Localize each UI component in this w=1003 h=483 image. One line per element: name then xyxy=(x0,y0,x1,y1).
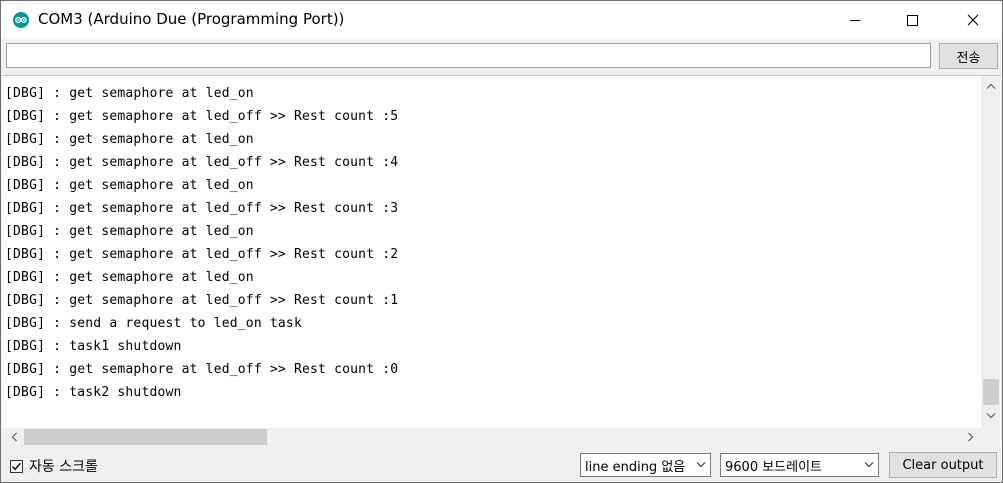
output-line: [DBG] : get semaphore at led_on xyxy=(5,270,254,285)
output-line: [DBG] : get semaphore at led_off >> Rest… xyxy=(5,155,399,170)
vertical-scrollbar[interactable] xyxy=(981,76,1000,428)
checkmark-icon xyxy=(11,462,22,470)
chevron-down-icon xyxy=(864,462,874,468)
chevron-up-icon xyxy=(986,83,995,89)
horizontal-scrollbar[interactable] xyxy=(2,428,1000,446)
scroll-right-button[interactable] xyxy=(962,428,979,446)
vertical-scroll-thumb[interactable] xyxy=(983,379,999,405)
serial-output: [DBG] : get semaphore at led_on [DBG] : g… xyxy=(5,82,980,427)
close-button[interactable] xyxy=(950,1,996,39)
scroll-up-button[interactable] xyxy=(981,77,1000,94)
output-line: [DBG] : get semaphore at led_off >> Rest… xyxy=(5,362,399,377)
minimize-button[interactable] xyxy=(832,1,878,39)
send-button[interactable]: 전송 xyxy=(939,43,998,69)
serial-monitor-window: COM3 (Arduino Due (Programming Port)) 전송… xyxy=(0,0,1003,483)
maximize-icon xyxy=(907,15,918,26)
output-line: [DBG] : get semaphore at led_on xyxy=(5,132,254,147)
baud-rate-value: 9600 보드레이트 xyxy=(725,459,823,475)
send-input[interactable] xyxy=(6,43,931,68)
output-line: [DBG] : get semaphore at led_off >> Rest… xyxy=(5,247,399,262)
autoscroll-checkbox[interactable] xyxy=(10,459,23,473)
close-icon xyxy=(967,14,979,26)
scroll-down-button[interactable] xyxy=(981,407,1000,424)
output-line: [DBG] : task1 shutdown xyxy=(5,339,182,354)
chevron-left-icon xyxy=(11,432,17,442)
output-line: [DBG] : get semaphore at led_off >> Rest… xyxy=(5,201,399,216)
chevron-down-icon xyxy=(986,412,995,418)
minimize-icon xyxy=(850,20,860,21)
window-title: COM3 (Arduino Due (Programming Port)) xyxy=(38,10,345,28)
line-ending-value: line ending 없음 xyxy=(585,459,686,475)
line-ending-select[interactable]: line ending 없음 xyxy=(580,453,711,477)
scroll-left-button[interactable] xyxy=(5,428,22,446)
output-line: [DBG] : get semaphore at led_on xyxy=(5,224,254,239)
output-line: [DBG] : get semaphore at led_off >> Rest… xyxy=(5,109,399,124)
autoscroll-label: 자동 스크롤 xyxy=(29,459,98,475)
horizontal-scroll-thumb[interactable] xyxy=(24,429,267,445)
baud-rate-select[interactable]: 9600 보드레이트 xyxy=(720,453,879,477)
output-line: [DBG] : send a request to led_on task xyxy=(5,316,302,331)
output-line: [DBG] : get semaphore at led_on xyxy=(5,178,254,193)
autoscroll-toggle[interactable]: 자동 스크롤 xyxy=(10,456,98,476)
maximize-button[interactable] xyxy=(889,1,935,39)
output-line: [DBG] : get semaphore at led_off >> Rest… xyxy=(5,293,399,308)
chevron-down-icon xyxy=(696,462,706,468)
output-line: [DBG] : get semaphore at led_on xyxy=(5,86,254,101)
arduino-logo-icon xyxy=(13,12,29,28)
output-line: [DBG] : task2 shutdown xyxy=(5,385,182,400)
serial-output-panel[interactable]: [DBG] : get semaphore at led_on [DBG] : g… xyxy=(2,75,1001,446)
title-bar[interactable]: COM3 (Arduino Due (Programming Port)) xyxy=(1,1,1002,39)
chevron-right-icon xyxy=(967,432,973,442)
clear-output-button[interactable]: Clear output xyxy=(889,452,997,478)
